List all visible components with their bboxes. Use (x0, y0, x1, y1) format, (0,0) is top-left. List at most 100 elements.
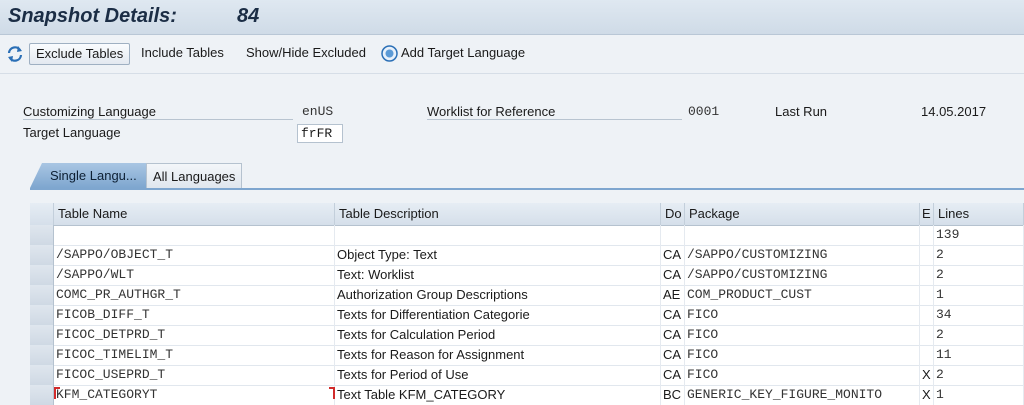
cell-e (920, 345, 934, 365)
cell-do: CA (661, 245, 685, 265)
cell-table-description (335, 225, 661, 245)
cell-table-name: COMC_PR_AUTHGR_T (54, 285, 335, 305)
exclude-tables-button[interactable]: Exclude Tables (29, 43, 131, 65)
row-selector[interactable] (30, 325, 54, 345)
cell-lines: 1 (934, 385, 1024, 405)
table-row[interactable]: /SAPPO/WLT Text: Worklist CA/SAPPO/CUSTOMI… (30, 265, 1024, 286)
tab-all-languages[interactable]: All Languages (146, 163, 243, 188)
cell-table-name: FICOC_TIMELIM_T (54, 345, 335, 365)
row-selector[interactable] (30, 305, 54, 325)
cell-e (920, 285, 934, 305)
cell-table-name: FICOC_USEPRD_T (54, 365, 335, 385)
cell-do (661, 225, 685, 245)
toolbar: Exclude Tables Include Tables Show/Hide … (0, 35, 1024, 74)
cell-package (685, 225, 920, 245)
column-header-do[interactable]: Do (661, 203, 685, 225)
cell-do: CA (661, 345, 685, 365)
highlight-corner-mark (329, 387, 335, 399)
cell-table-name: FICOB_DIFF_T (54, 305, 335, 325)
column-header-table-name[interactable]: Table Name (54, 203, 335, 225)
target-language-field[interactable]: frFR (297, 124, 343, 143)
cell-package: COM_PRODUCT_CUST (685, 285, 920, 305)
cell-e (920, 245, 934, 265)
cell-table-name: /SAPPO/OBJECT_T (54, 245, 335, 265)
snapshot-form: Customizing Language enUS Target Languag… (0, 74, 1024, 160)
cell-lines: 11 (934, 345, 1024, 365)
column-header-package[interactable]: Package (685, 203, 920, 225)
worklist-label: Worklist for Reference (427, 104, 682, 120)
cell-table-name: FICOC_DETPRD_T (54, 325, 335, 345)
snapshot-number: 84 (237, 5, 260, 27)
cell-lines: 34 (934, 305, 1024, 325)
row-selector[interactable] (30, 285, 54, 305)
table-row[interactable]: FICOC_TIMELIM_T Texts for Reason for Assi… (30, 345, 1024, 366)
add-target-language-button[interactable]: Add Target Language (395, 43, 531, 63)
totals-row[interactable]: 139 (30, 225, 1024, 246)
row-selector[interactable] (30, 265, 54, 285)
grid-header: Table Name Table Description Do Package … (30, 203, 1024, 226)
target-language-label: Target Language (23, 125, 121, 140)
cell-e (920, 305, 934, 325)
cell-table-description: Texts for Calculation Period (335, 325, 661, 345)
cell-table-description: Text Table KFM_CATEGORY (335, 385, 661, 405)
cell-package: GENERIC_KEY_FIGURE_MONITO (685, 385, 920, 405)
cell-table-description: Object Type: Text (335, 245, 661, 265)
cell-do: CA (661, 305, 685, 325)
cell-e (920, 265, 934, 285)
row-selector[interactable] (30, 385, 54, 405)
cell-table-name: KFM_CATEGORYT (54, 385, 335, 405)
include-tables-button[interactable]: Include Tables (135, 43, 230, 63)
cell-lines: 2 (934, 365, 1024, 385)
page-title: Snapshot Details: (8, 5, 177, 27)
cell-table-description: Text: Worklist (335, 265, 661, 285)
row-selector[interactable] (30, 245, 54, 265)
row-selector[interactable] (30, 345, 54, 365)
header-select-all[interactable] (30, 203, 54, 225)
cell-do: CA (661, 325, 685, 345)
cell-do: AE (661, 285, 685, 305)
table-row[interactable]: COMC_PR_AUTHGR_T Authorization Group Desc… (30, 285, 1024, 306)
show-hide-excluded-button[interactable]: Show/Hide Excluded (240, 43, 372, 63)
row-selector[interactable] (30, 225, 54, 245)
cell-package: /SAPPO/CUSTOMIZING (685, 245, 920, 265)
customizing-language-label: Customizing Language (23, 104, 293, 120)
tab-single-language[interactable]: Single Langu... (30, 163, 164, 188)
cell-e: X (920, 385, 934, 405)
cell-e (920, 325, 934, 345)
column-header-table-description[interactable]: Table Description (335, 203, 661, 225)
row-selector[interactable] (30, 365, 54, 385)
cell-e (920, 225, 934, 245)
table-row[interactable]: /SAPPO/OBJECT_T Object Type: Text CA/SAPPO… (30, 245, 1024, 266)
highlight-corner-mark (54, 387, 60, 399)
cell-table-name (54, 225, 335, 245)
cell-package: FICO (685, 345, 920, 365)
total-lines-value: 139 (934, 225, 1024, 245)
column-header-e[interactable]: E (920, 203, 934, 225)
cell-package: FICO (685, 305, 920, 325)
table-row[interactable]: FICOC_DETPRD_T Texts for Calculation Peri… (30, 325, 1024, 346)
table-row[interactable]: FICOB_DIFF_T Texts for Differentiation Ca… (30, 305, 1024, 326)
refresh-icon[interactable] (6, 45, 24, 63)
tables-grid: Table Name Table Description Do Package … (30, 203, 1024, 405)
table-row[interactable]: KFM_CATEGORYT Text Table KFM_CATEGORY BC GE… (30, 385, 1024, 405)
cell-lines: 1 (934, 285, 1024, 305)
cell-package: /SAPPO/CUSTOMIZING (685, 265, 920, 285)
cell-table-description: Authorization Group Descriptions (335, 285, 661, 305)
tab-underline (30, 188, 1024, 190)
cell-table-description: Texts for Period of Use (335, 365, 661, 385)
last-run-value: 14.05.2017 (921, 104, 987, 119)
cell-table-description: Texts for Differentiation Categorie (335, 305, 661, 325)
worklist-value: 0001 (688, 104, 720, 119)
title-bar: Snapshot Details: 84 (0, 0, 1024, 35)
cell-table-name: /SAPPO/WLT (54, 265, 335, 285)
cell-do: BC (661, 385, 685, 405)
last-run-label: Last Run (775, 104, 828, 119)
cell-lines: 2 (934, 245, 1024, 265)
cell-e: X (920, 365, 934, 385)
cell-lines: 2 (934, 325, 1024, 345)
customizing-language-value: enUS (302, 104, 334, 119)
table-row[interactable]: FICOC_USEPRD_T Texts for Period of Use CA F… (30, 365, 1024, 386)
cell-do: CA (661, 365, 685, 385)
cell-package: FICO (685, 325, 920, 345)
column-header-lines[interactable]: Lines (934, 203, 1024, 225)
